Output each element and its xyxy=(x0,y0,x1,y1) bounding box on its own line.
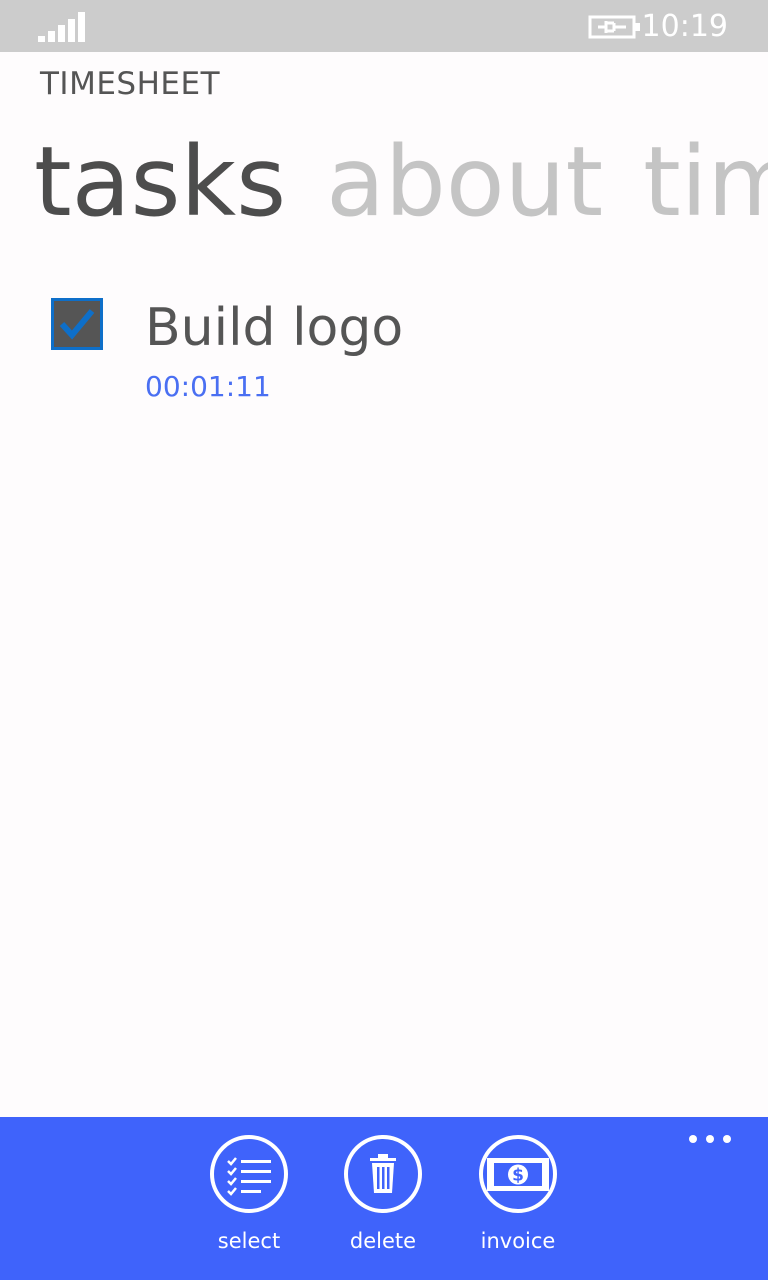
signal-strength-icon xyxy=(38,12,85,42)
delete-button[interactable]: delete xyxy=(323,1135,443,1275)
delete-button-label: delete xyxy=(349,1229,417,1253)
invoice-button-label: invoice xyxy=(480,1229,556,1253)
app-bar: select delete $ invoice xyxy=(0,1117,768,1280)
delete-button-circle xyxy=(344,1135,422,1213)
battery-charging-icon xyxy=(588,15,640,39)
select-list-icon xyxy=(227,1157,271,1196)
pivot-headers: tasks about timesheet xyxy=(34,124,768,244)
status-bar: 10:19 xyxy=(0,0,768,52)
task-checkbox[interactable] xyxy=(51,298,103,350)
svg-text:$: $ xyxy=(512,1166,524,1186)
pivot-tab-timesheet[interactable]: timesheet xyxy=(643,124,768,240)
pivot-tab-about[interactable]: about xyxy=(326,124,603,240)
status-time: 10:19 xyxy=(641,9,728,44)
invoice-dollar-icon: $ xyxy=(487,1158,549,1191)
invoice-button[interactable]: $ invoice xyxy=(458,1135,578,1275)
invoice-button-circle: $ xyxy=(479,1135,557,1213)
pivot-tab-tasks[interactable]: tasks xyxy=(34,124,286,240)
select-button[interactable]: select xyxy=(189,1135,309,1275)
task-elapsed-time: 00:01:11 xyxy=(145,370,271,403)
app-title: TIMESHEET xyxy=(40,66,221,102)
trash-icon xyxy=(370,1154,396,1193)
task-list-item[interactable]: Build logo 00:01:11 xyxy=(0,290,768,410)
select-button-label: select xyxy=(217,1229,281,1253)
more-ellipsis-icon[interactable] xyxy=(688,1131,732,1147)
checkmark-icon xyxy=(59,309,95,340)
task-name: Build logo xyxy=(145,298,404,358)
select-button-circle xyxy=(210,1135,288,1213)
